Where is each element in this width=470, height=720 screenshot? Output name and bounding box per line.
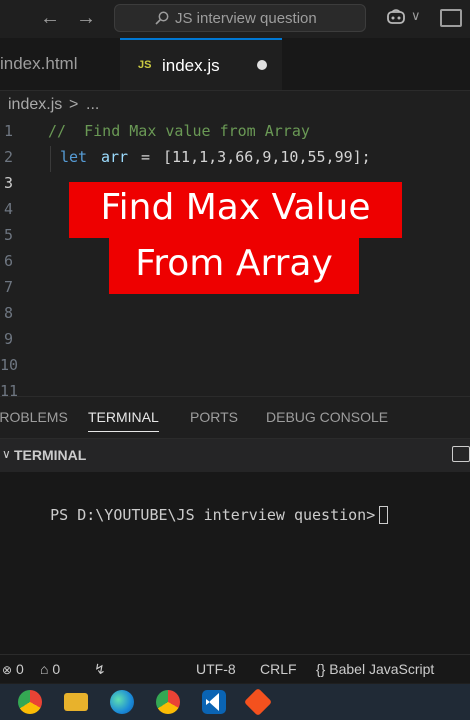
unsaved-dot-icon[interactable] bbox=[257, 60, 267, 70]
line-number: 1 bbox=[3, 122, 13, 140]
tab-terminal[interactable]: TERMINAL bbox=[88, 409, 159, 432]
file-explorer-icon[interactable] bbox=[64, 693, 88, 711]
breadcrumb: index.js > ... bbox=[0, 92, 470, 118]
broadcast-icon: ⌂ bbox=[40, 661, 49, 677]
line-number: 8 bbox=[3, 304, 13, 322]
terminal-prompt: PS D:\YOUTUBE\JS interview question> bbox=[14, 488, 389, 542]
breadcrumb-more[interactable]: ... bbox=[86, 96, 99, 114]
forward-arrow-icon[interactable]: → bbox=[76, 7, 96, 29]
status-eol[interactable]: CRLF bbox=[260, 661, 297, 677]
prompt-text: PS D:\YOUTUBE\JS interview question> bbox=[50, 506, 376, 524]
line-number: 3 bbox=[3, 174, 13, 192]
terminal-output[interactable]: PS D:\YOUTUBE\JS interview question> bbox=[0, 472, 470, 654]
breadcrumb-separator: > bbox=[69, 96, 79, 113]
line-number: 2 bbox=[3, 148, 13, 166]
braces-icon: {} bbox=[316, 661, 326, 677]
code-keyword: let bbox=[60, 148, 88, 166]
js-file-icon: JS bbox=[138, 59, 152, 71]
error-count: 0 bbox=[15, 661, 24, 677]
git-icon[interactable] bbox=[243, 687, 273, 717]
terminal-cursor bbox=[379, 506, 389, 524]
back-arrow-icon[interactable]: ← bbox=[40, 7, 60, 29]
line-number: 7 bbox=[3, 278, 13, 296]
caption-line-2: From Array bbox=[109, 238, 359, 294]
status-ports[interactable]: ⌂ 0 bbox=[40, 661, 60, 677]
command-center-search[interactable]: JS interview question bbox=[114, 4, 366, 32]
status-encoding[interactable]: UTF-8 bbox=[196, 661, 236, 677]
tab-problems[interactable]: PROBLEMS bbox=[0, 409, 68, 425]
title-bar: ← → JS interview question ∨ bbox=[0, 0, 470, 38]
caption-line-1: Find Max Value bbox=[69, 182, 402, 238]
chevron-down-icon[interactable]: ∨ bbox=[2, 447, 11, 461]
tab-label: index.js bbox=[162, 56, 220, 75]
windows-taskbar bbox=[0, 684, 470, 720]
vscode-icon[interactable] bbox=[202, 690, 226, 714]
line-number: 9 bbox=[3, 330, 13, 348]
search-text: JS interview question bbox=[175, 10, 317, 27]
copilot-icon[interactable] bbox=[386, 7, 406, 27]
status-language[interactable]: {} Babel JavaScript bbox=[316, 661, 434, 677]
edge-icon[interactable] bbox=[110, 690, 134, 714]
editor-tab-bar: index.html JS index.js bbox=[0, 38, 470, 91]
code-array-literal: [11,1,3,66,9,10,55,99]; bbox=[163, 148, 371, 166]
terminal-section-header[interactable]: ∨ TERMINAL bbox=[0, 438, 470, 473]
line-number: 6 bbox=[3, 252, 13, 270]
tab-label: index.html bbox=[0, 54, 78, 73]
status-bar: ⊗ 0 ⌂ 0 ↯ UTF-8 CRLF {} Babel JavaScript bbox=[0, 654, 470, 683]
chrome-icon[interactable] bbox=[156, 690, 180, 714]
tab-debug-console[interactable]: DEBUG CONSOLE bbox=[266, 409, 388, 425]
line-number: 5 bbox=[3, 226, 13, 244]
indent-guide bbox=[50, 146, 51, 172]
search-icon bbox=[155, 11, 169, 25]
layout-toggle-icon[interactable] bbox=[440, 9, 462, 27]
video-caption-overlay: Find Max Value From Array bbox=[69, 182, 402, 294]
line-number: 10 bbox=[0, 356, 19, 374]
chrome-icon[interactable] bbox=[18, 690, 42, 714]
terminal-shell-icon[interactable] bbox=[452, 446, 470, 462]
breadcrumb-file[interactable]: index.js bbox=[8, 96, 62, 114]
line-number: 4 bbox=[3, 200, 13, 218]
tab-index-html[interactable]: index.html bbox=[0, 38, 120, 90]
panel-tab-bar: PROBLEMS TERMINAL PORTS DEBUG CONSOLE bbox=[0, 396, 470, 439]
code-operator: = bbox=[141, 148, 151, 166]
sync-icon[interactable]: ↯ bbox=[94, 661, 106, 678]
line-number: 11 bbox=[0, 382, 19, 396]
chevron-down-icon[interactable]: ∨ bbox=[411, 8, 421, 24]
code-variable: arr bbox=[101, 148, 129, 166]
language-label: Babel JavaScript bbox=[329, 661, 435, 677]
status-errors[interactable]: ⊗ 0 bbox=[2, 661, 24, 677]
error-icon: ⊗ bbox=[2, 663, 13, 677]
ports-count: 0 bbox=[52, 661, 61, 677]
terminal-title: TERMINAL bbox=[14, 447, 87, 463]
code-comment: // Find Max value from Array bbox=[48, 122, 310, 140]
tab-ports[interactable]: PORTS bbox=[190, 409, 238, 425]
